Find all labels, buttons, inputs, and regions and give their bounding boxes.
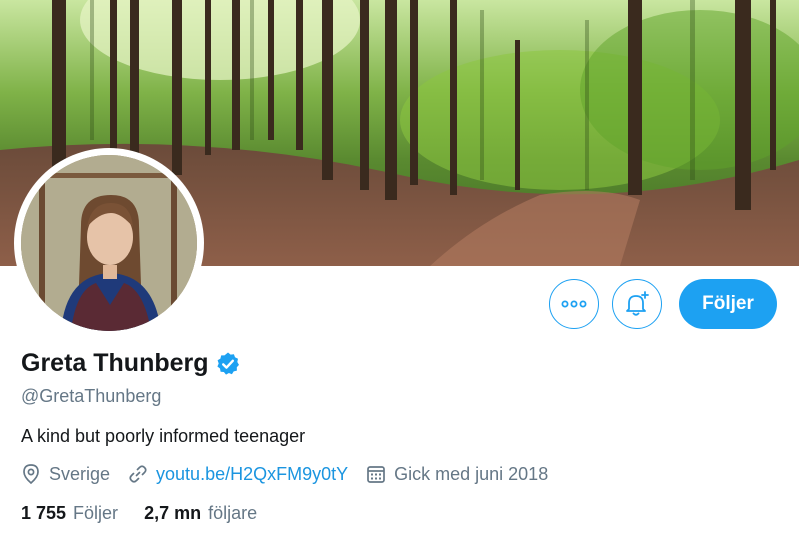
location-pin-icon (23, 464, 39, 485)
verified-badge-icon (216, 352, 239, 375)
followers-count: 2,7 mn (144, 503, 202, 523)
following-stat[interactable]: 1 755 Följer (21, 503, 118, 524)
website-link[interactable]: youtu.be/H2QxFM9y0tY (156, 464, 348, 485)
link-icon (129, 465, 147, 483)
notifications-button[interactable] (612, 279, 662, 329)
calendar-icon (367, 466, 385, 483)
name-row: Greta Thunberg (21, 349, 241, 378)
followers-label: följare (208, 503, 258, 523)
profile-stats: 1 755 Följer 2,7 mn följare (21, 503, 283, 524)
bell-plus-icon (626, 291, 649, 316)
avatar[interactable] (21, 155, 197, 331)
more-icon (561, 300, 587, 308)
website-item: youtu.be/H2QxFM9y0tY (128, 464, 348, 485)
more-options-button[interactable] (549, 279, 599, 329)
joined-item: Gick med juni 2018 (366, 464, 548, 485)
location-item: Sverige (21, 463, 110, 485)
followers-stat[interactable]: 2,7 mn följare (144, 503, 257, 524)
user-handle: @GretaThunberg (21, 386, 162, 406)
following-button[interactable]: Följer (679, 279, 777, 329)
display-name: Greta Thunberg (21, 349, 209, 377)
profile-meta: Sverige youtu.be/H2QxFM9y0tY Gick med ju… (21, 463, 566, 485)
profile-photo (21, 155, 197, 331)
following-label: Följer (73, 503, 119, 523)
location-text: Sverige (49, 463, 111, 484)
bio: A kind but poorly informed teenager (21, 426, 306, 446)
following-count: 1 755 (21, 503, 67, 523)
joined-text: Gick med juni 2018 (394, 463, 549, 484)
